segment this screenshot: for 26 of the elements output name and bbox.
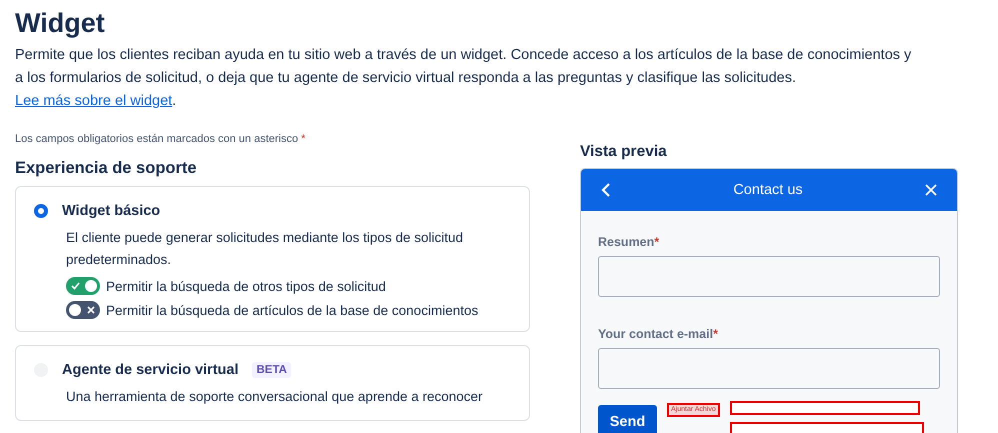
- field-label: Your contact e-mail*: [598, 327, 718, 341]
- toggle-label: Permitir la búsqueda de artículos de la base de conocimientos: [106, 302, 478, 318]
- description-text: Permite que los clientes reciban ayuda en tu sitio web a través de un widget. Concede acceso a los artículos de la base de conocimientos y a los formularios de solicitud, o deja que tu agente de servicio virtual responda a las preguntas y clasifique las solicitudes. Lee más sobre el widget.: [15, 46, 912, 111]
- input-field[interactable]: [598, 348, 940, 389]
- toggle-label: Permitir la búsqueda de otros tipos de solicitud: [106, 278, 386, 294]
- back-icon[interactable]: [601, 183, 611, 197]
- option-description: El cliente puede generar solicitudes mediante los tipos de solicitud predeterminados.: [66, 229, 464, 269]
- learn-more-link[interactable]: Lee más sobre el widget: [15, 93, 172, 109]
- field-label: Resumen*: [598, 235, 660, 249]
- widget-title: Contact us: [733, 182, 803, 198]
- toggle-switch[interactable]: [66, 277, 100, 295]
- input-field[interactable]: [598, 256, 940, 297]
- preview-title: Vista previa: [580, 143, 668, 161]
- page-title: Widget: [15, 7, 106, 40]
- option-description: Una herramienta de soporte conversacional que aprende a reconocer: [66, 388, 484, 406]
- send-button[interactable]: Send: [598, 405, 657, 433]
- check-icon: [71, 282, 80, 290]
- section-title: Experiencia de soporte: [15, 159, 198, 178]
- cross-icon: [87, 306, 95, 314]
- option-label: Widget básico: [62, 203, 160, 219]
- toggle-switch[interactable]: [66, 301, 100, 319]
- required-note: Los campos obligatorios están marcados con un asterisco *: [15, 133, 306, 145]
- close-icon[interactable]: [924, 184, 937, 196]
- option-label: Agente de servicio virtual: [62, 362, 238, 378]
- radio-button[interactable]: [34, 204, 48, 218]
- beta-badge: BETA: [252, 362, 291, 378]
